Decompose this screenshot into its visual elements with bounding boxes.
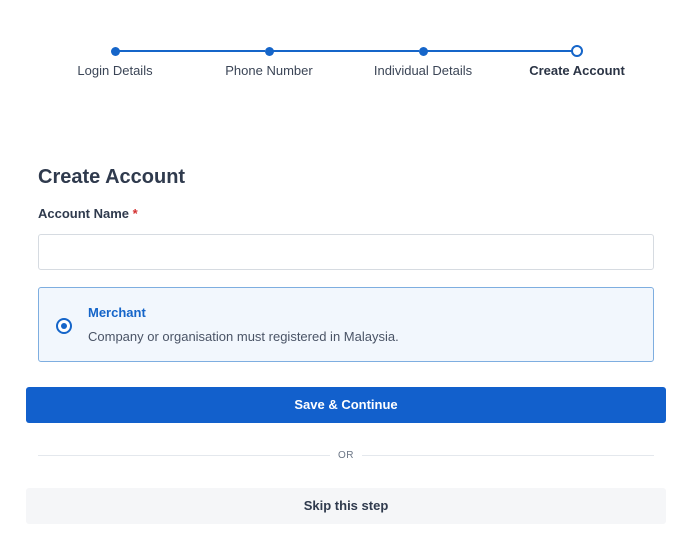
step-connector xyxy=(427,50,572,52)
page-title: Create Account xyxy=(38,166,186,188)
step-dot-login-details xyxy=(111,47,120,56)
required-marker: * xyxy=(132,206,138,221)
step-dot-create-account xyxy=(571,45,583,57)
step-connector xyxy=(273,50,419,52)
progress-stepper: Login Details Phone Number Individual De… xyxy=(0,0,687,100)
merchant-option-description: Company or organisation must registered … xyxy=(88,329,399,344)
account-name-label: Account Name * xyxy=(38,206,138,221)
step-label-individual-details: Individual Details xyxy=(373,63,473,78)
skip-step-button[interactable]: Skip this step xyxy=(26,488,666,524)
merchant-option-card[interactable]: Merchant Company or organisation must re… xyxy=(38,287,654,362)
step-dot-phone-number xyxy=(265,47,274,56)
account-name-label-text: Account Name xyxy=(38,206,130,221)
step-label-login-details: Login Details xyxy=(77,63,153,78)
merchant-option-title: Merchant xyxy=(88,305,146,320)
account-name-input[interactable] xyxy=(38,234,654,270)
step-label-create-account: Create Account xyxy=(529,63,625,78)
merchant-radio-button[interactable] xyxy=(56,318,72,334)
divider-line-left xyxy=(38,455,330,456)
step-dot-individual-details xyxy=(419,47,428,56)
save-continue-button[interactable]: Save & Continue xyxy=(26,387,666,423)
step-label-phone-number: Phone Number xyxy=(225,63,313,78)
divider-line-right xyxy=(362,455,654,456)
step-connector xyxy=(119,50,265,52)
or-divider-text: OR xyxy=(338,450,354,461)
